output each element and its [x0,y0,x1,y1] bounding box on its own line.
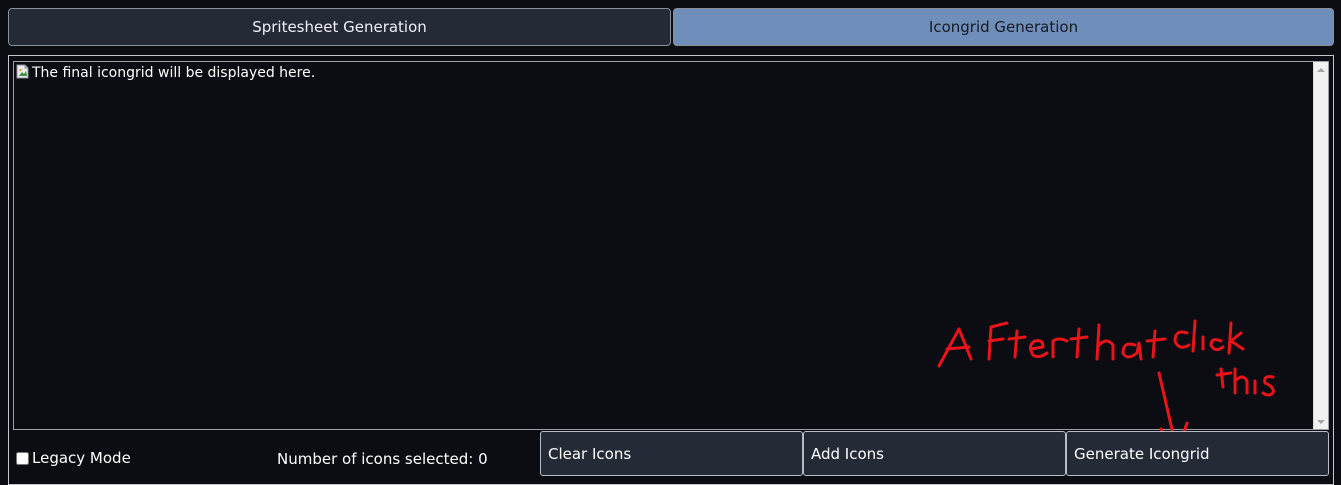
icongrid-preview-image: The final icongrid will be displayed her… [15,64,315,82]
legacy-mode-label: Legacy Mode [32,449,131,467]
image-alt-text: The final icongrid will be displayed her… [32,65,316,81]
icongrid-panel: The final icongrid will be displayed her… [8,55,1334,485]
legacy-mode-checkbox[interactable] [16,451,29,465]
legacy-mode-toggle[interactable]: Legacy Mode [16,449,131,467]
clear-icons-button[interactable]: Clear Icons [540,431,803,476]
tab-icongrid-generation[interactable]: Icongrid Generation [673,8,1334,46]
vertical-scrollbar[interactable] [1313,62,1328,429]
broken-image-icon [15,64,31,80]
scroll-down-arrow-icon[interactable] [1314,414,1328,429]
add-icons-button[interactable]: Add Icons [803,431,1066,476]
scroll-up-arrow-icon[interactable] [1314,62,1328,77]
icons-selected-counter: Number of icons selected: 0 [277,450,488,468]
tab-spritesheet-generation[interactable]: Spritesheet Generation [8,8,671,46]
controls-bar: Legacy Mode Number of icons selected: 0 … [9,431,1335,481]
generate-icongrid-button[interactable]: Generate Icongrid [1066,431,1329,476]
tab-bar: Spritesheet Generation Icongrid Generati… [8,8,1334,48]
